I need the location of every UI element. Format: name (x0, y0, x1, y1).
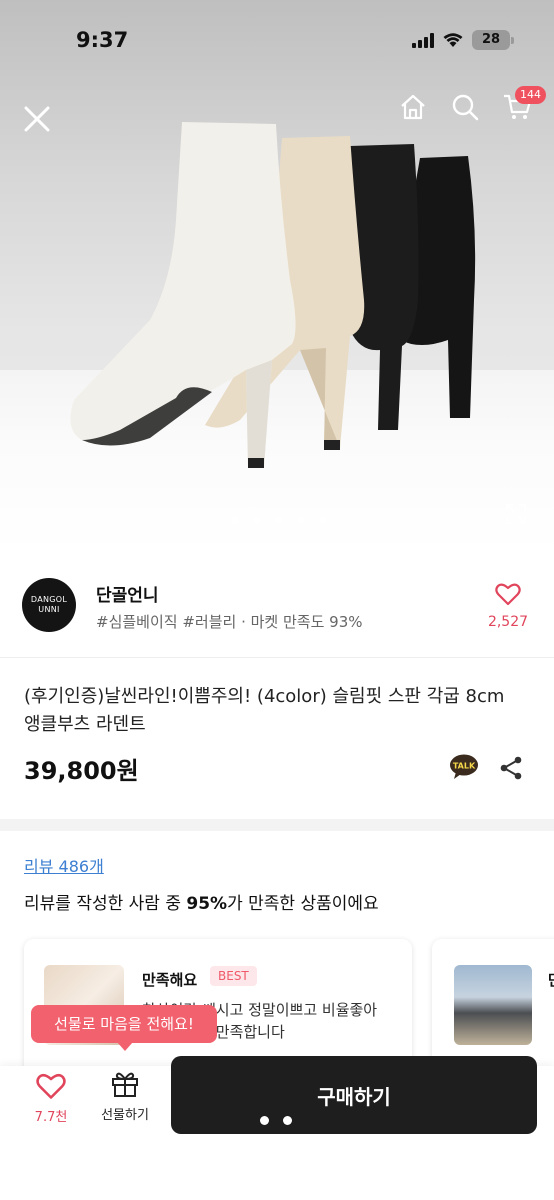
shop-name[interactable]: 단골언니 (96, 581, 159, 606)
battery-icon: 28 (472, 30, 514, 50)
shop-like-button[interactable]: 2,527 (484, 582, 532, 630)
cellular-signal-icon (412, 32, 434, 48)
review-summary-suffix: 가 만족한 상품이에요 (227, 894, 379, 914)
gift-button[interactable]: 선물하기 (92, 1070, 158, 1123)
gift-tooltip: 선물로 마음을 전해요! (31, 1005, 217, 1051)
shop-tags: #심플베이직 #러블리 · 마켓 만족도 93% (96, 613, 363, 631)
status-bar: 9:37 28 (0, 0, 554, 84)
gift-icon (112, 1072, 138, 1097)
carousel-dot[interactable] (231, 516, 239, 524)
kakao-talk-label: TALK (453, 762, 476, 771)
carousel-dots (0, 516, 554, 524)
shop-like-count: 2,527 (487, 614, 529, 630)
review-summary-prefix: 리뷰를 작성한 사람 중 (24, 894, 187, 914)
cart-button[interactable]: 144 (502, 86, 546, 122)
like-button[interactable]: 7.7천 (26, 1072, 76, 1125)
bottom-action-bar: 7.7천 선물하기 구매하기 (0, 1056, 554, 1200)
carousel-dot[interactable] (253, 516, 261, 524)
share-icon[interactable] (498, 755, 524, 781)
product-title: (후기인증)날씬라인!이쁨주의! (4color) 슬림핏 스판 각굽 8cm … (24, 686, 505, 735)
kakao-talk-icon[interactable]: TALK (449, 754, 479, 780)
best-badge: BEST (210, 966, 257, 986)
wifi-icon (443, 33, 463, 47)
review-rating-label: 만족해요 (142, 971, 198, 989)
page-indicator (260, 1116, 292, 1125)
gift-label: 선물하기 (101, 1108, 149, 1123)
section-divider (0, 819, 554, 831)
review-summary: 리뷰를 작성한 사람 중 95%가 만족한 상품이에요 (24, 889, 379, 914)
review-satisfaction-percent: 95% (186, 894, 228, 914)
product-info: (후기인증)날씬라인!이쁨주의! (4color) 슬림핏 스판 각굽 8cm … (0, 659, 554, 819)
carousel-dot[interactable] (297, 516, 305, 524)
shop-logo-text-line2: UNNI (38, 605, 60, 614)
carousel-dot[interactable] (275, 516, 283, 524)
expand-icon[interactable] (504, 502, 528, 526)
heart-icon (495, 583, 521, 606)
shop-logo-text-line1: DANGOL (30, 595, 68, 604)
page-indicator-dot (260, 1116, 269, 1125)
home-icon[interactable] (398, 92, 428, 122)
review-count-link[interactable]: 리뷰 486개 (24, 853, 104, 877)
image-top-nav: 144 (0, 86, 554, 138)
heart-icon (36, 1073, 66, 1099)
carousel-dot[interactable] (319, 516, 327, 524)
product-image-carousel[interactable]: 9:37 28 144 (0, 0, 554, 554)
review-rating-label: 만 (548, 969, 554, 990)
page-indicator-dot (283, 1116, 292, 1125)
cart-count-badge: 144 (515, 86, 546, 104)
shop-info-row[interactable]: DANGOL UNNI 단골언니 #심플베이직 #러블리 · 마켓 만족도 93… (0, 554, 554, 658)
review-photo (454, 965, 532, 1045)
product-price: 39,800원 (24, 757, 139, 785)
status-time: 9:37 (76, 28, 129, 52)
like-count: 7.7천 (34, 1110, 68, 1125)
shop-logo[interactable]: DANGOL UNNI (22, 578, 76, 632)
buy-button[interactable]: 구매하기 (171, 1056, 537, 1134)
search-icon[interactable] (450, 92, 480, 122)
close-icon[interactable] (20, 102, 54, 136)
